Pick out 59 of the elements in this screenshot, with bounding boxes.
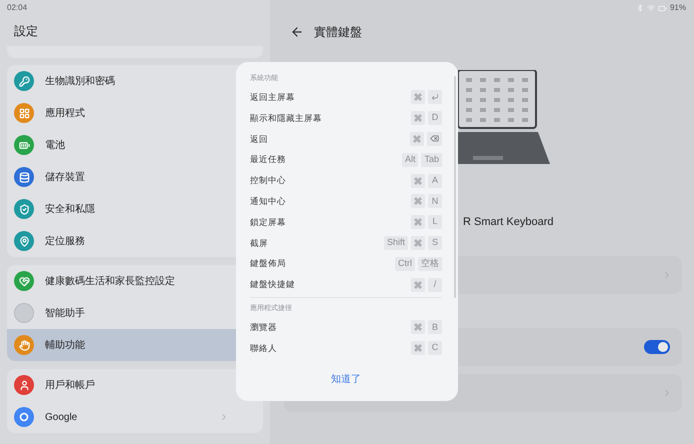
key-cap: N	[428, 194, 442, 208]
shortcut-label: 顯示和隱藏主屏幕	[250, 112, 322, 125]
back-icon[interactable]	[290, 25, 304, 39]
logo-key-icon	[411, 278, 425, 292]
backspace-key-icon	[427, 132, 442, 146]
logo-key-icon	[411, 194, 425, 208]
logo-key-icon	[411, 215, 425, 230]
logo-key-icon	[411, 174, 425, 188]
settings-item[interactable]: Google	[7, 401, 236, 433]
shortcut-label: 控制中心	[250, 174, 286, 187]
shortcut-label: 最近任務	[250, 153, 286, 166]
logo-key-icon	[410, 132, 424, 146]
settings-item[interactable]: 定位服務	[7, 225, 236, 257]
shortcut-label: 返回	[250, 132, 268, 146]
page-title: 實體鍵盤	[314, 24, 362, 41]
shortcut-label: 聯絡人	[250, 342, 277, 355]
key-cap: D	[428, 111, 442, 126]
key-cap: L	[428, 215, 442, 230]
logo-key-icon	[411, 320, 425, 334]
settings-item[interactable]: 用戶和帳戶	[7, 369, 236, 401]
logo-key-icon	[411, 236, 425, 250]
shortcut-label: 瀏覽器	[250, 320, 277, 334]
key-cap: /	[428, 278, 442, 292]
device-name: R Smart Keyboard	[463, 216, 554, 228]
settings-item[interactable]: 健康數碼生活和家長監控設定	[7, 265, 236, 297]
settings-item[interactable]: 儲存裝置	[7, 161, 236, 193]
shortcut-label: 截屏	[250, 236, 268, 250]
shortcut-label: 鍵盤快捷鍵	[250, 278, 295, 291]
settings-item[interactable]: 安全和私隱	[7, 193, 236, 225]
enter-key-icon	[428, 90, 442, 104]
toggle-switch[interactable]	[644, 340, 670, 354]
settings-item[interactable]: 應用程式	[7, 97, 236, 129]
logo-key-icon	[411, 111, 425, 126]
key-cap: B	[428, 320, 442, 334]
settings-item[interactable]: 智能助手	[7, 297, 236, 329]
bluetooth-icon	[636, 4, 644, 12]
shortcut-label: 鎖定屏幕	[250, 216, 286, 229]
got-it-button[interactable]: 知道了	[323, 369, 369, 390]
wifi-icon	[646, 4, 655, 12]
key-cap: S	[428, 236, 442, 250]
logo-key-icon	[411, 341, 425, 356]
settings-item[interactable]: 電池	[7, 129, 236, 161]
logo-key-icon	[411, 90, 425, 104]
key-cap: Shift	[384, 236, 408, 250]
battery-percent: 91%	[670, 2, 686, 14]
key-cap: A	[428, 174, 442, 188]
battery-icon	[658, 4, 667, 12]
settings-item[interactable]: 輔助功能	[7, 329, 236, 361]
status-time: 02:04	[7, 2, 28, 14]
key-cap: 空格	[418, 256, 442, 271]
shortcut-label: 鍵盤佈局	[250, 257, 286, 270]
key-cap: C	[428, 341, 442, 356]
settings-item[interactable]: 生物識別和密碼	[7, 65, 236, 97]
shortcut-label: 返回主屏幕	[250, 91, 295, 104]
key-cap: Alt	[402, 152, 418, 167]
key-cap: Tab	[421, 152, 442, 167]
shortcut-label: 通知中心	[250, 195, 286, 208]
sidebar-title: 設定	[14, 23, 38, 40]
key-cap: Ctrl	[395, 256, 415, 271]
